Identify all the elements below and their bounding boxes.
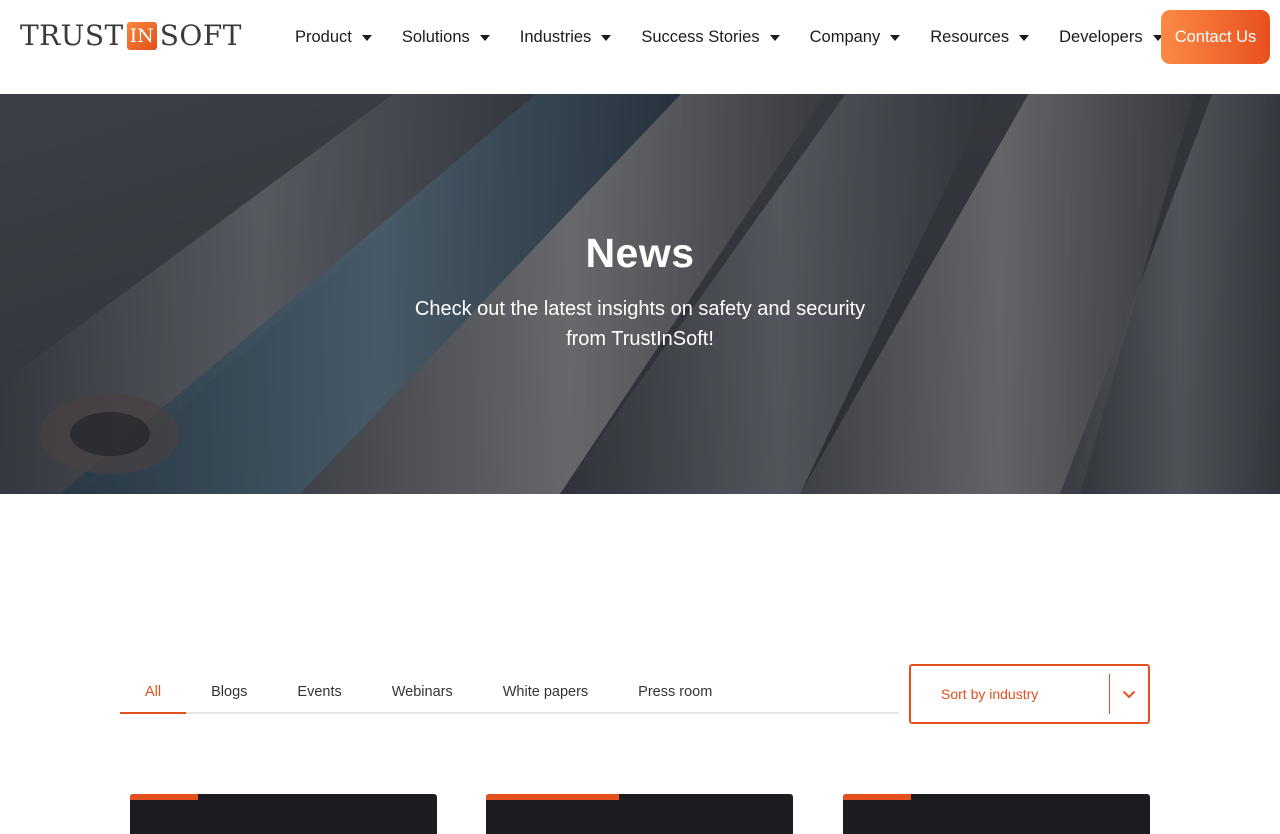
nav-item-developers[interactable]: Developers [1059,0,1163,74]
tab-events[interactable]: Events [272,672,366,712]
tab-webinars[interactable]: Webinars [367,672,478,712]
nav-item-product[interactable]: Product [295,0,372,74]
nav-item-solutions[interactable]: Solutions [402,0,490,74]
caret-down-icon [769,35,780,41]
caret-down-icon [890,35,901,41]
card-category-badge [130,794,198,800]
nav-item-label: Developers [1059,27,1143,46]
tab-all[interactable]: All [120,672,187,714]
news-card[interactable] [843,794,1150,834]
page-title: News [585,230,695,276]
hero-banner: News Check out the latest insights on sa… [0,94,1280,494]
sort-select-label: Sort by industry [941,686,1039,702]
nav-item-label: Industries [519,27,592,46]
nav-item-company[interactable]: Company [810,0,901,74]
nav-item-label: Success Stories [641,27,760,46]
tab-blogs[interactable]: Blogs [186,672,272,712]
caret-down-icon [601,35,612,41]
caret-down-icon [361,35,372,41]
page-subtitle: Check out the latest insights on safety … [414,298,866,350]
nav-item-label: Company [809,27,881,46]
category-tabs: All Blogs Events Webinars White papers P… [120,672,899,714]
chevron-down-icon [1110,674,1148,714]
nav-item-label: Resources [930,27,1010,46]
tab-white-papers[interactable]: White papers [478,672,613,712]
main-nav: Product Solutions Industries Success Sto… [295,0,1163,74]
nav-item-label: Solutions [401,27,470,46]
sort-by-industry-select[interactable]: Sort by industry [909,664,1150,724]
card-category-badge [486,794,619,800]
nav-item-industries[interactable]: Industries [520,0,612,74]
nav-item-success-stories[interactable]: Success Stories [641,0,780,74]
trustinsoft-logo[interactable]: TRUST IN SOFT [20,21,242,51]
news-card[interactable] [486,794,793,834]
tab-press-room[interactable]: Press room [613,672,737,712]
contact-us-button[interactable]: Contact Us [1161,10,1270,64]
news-card[interactable] [130,794,437,834]
caret-down-icon [1019,35,1030,41]
card-category-badge [843,794,911,800]
nav-item-label: Product [295,27,352,46]
nav-item-resources[interactable]: Resources [930,0,1030,74]
caret-down-icon [479,35,490,41]
site-header: TRUST IN SOFT Product Solutions Industri… [0,0,1280,94]
